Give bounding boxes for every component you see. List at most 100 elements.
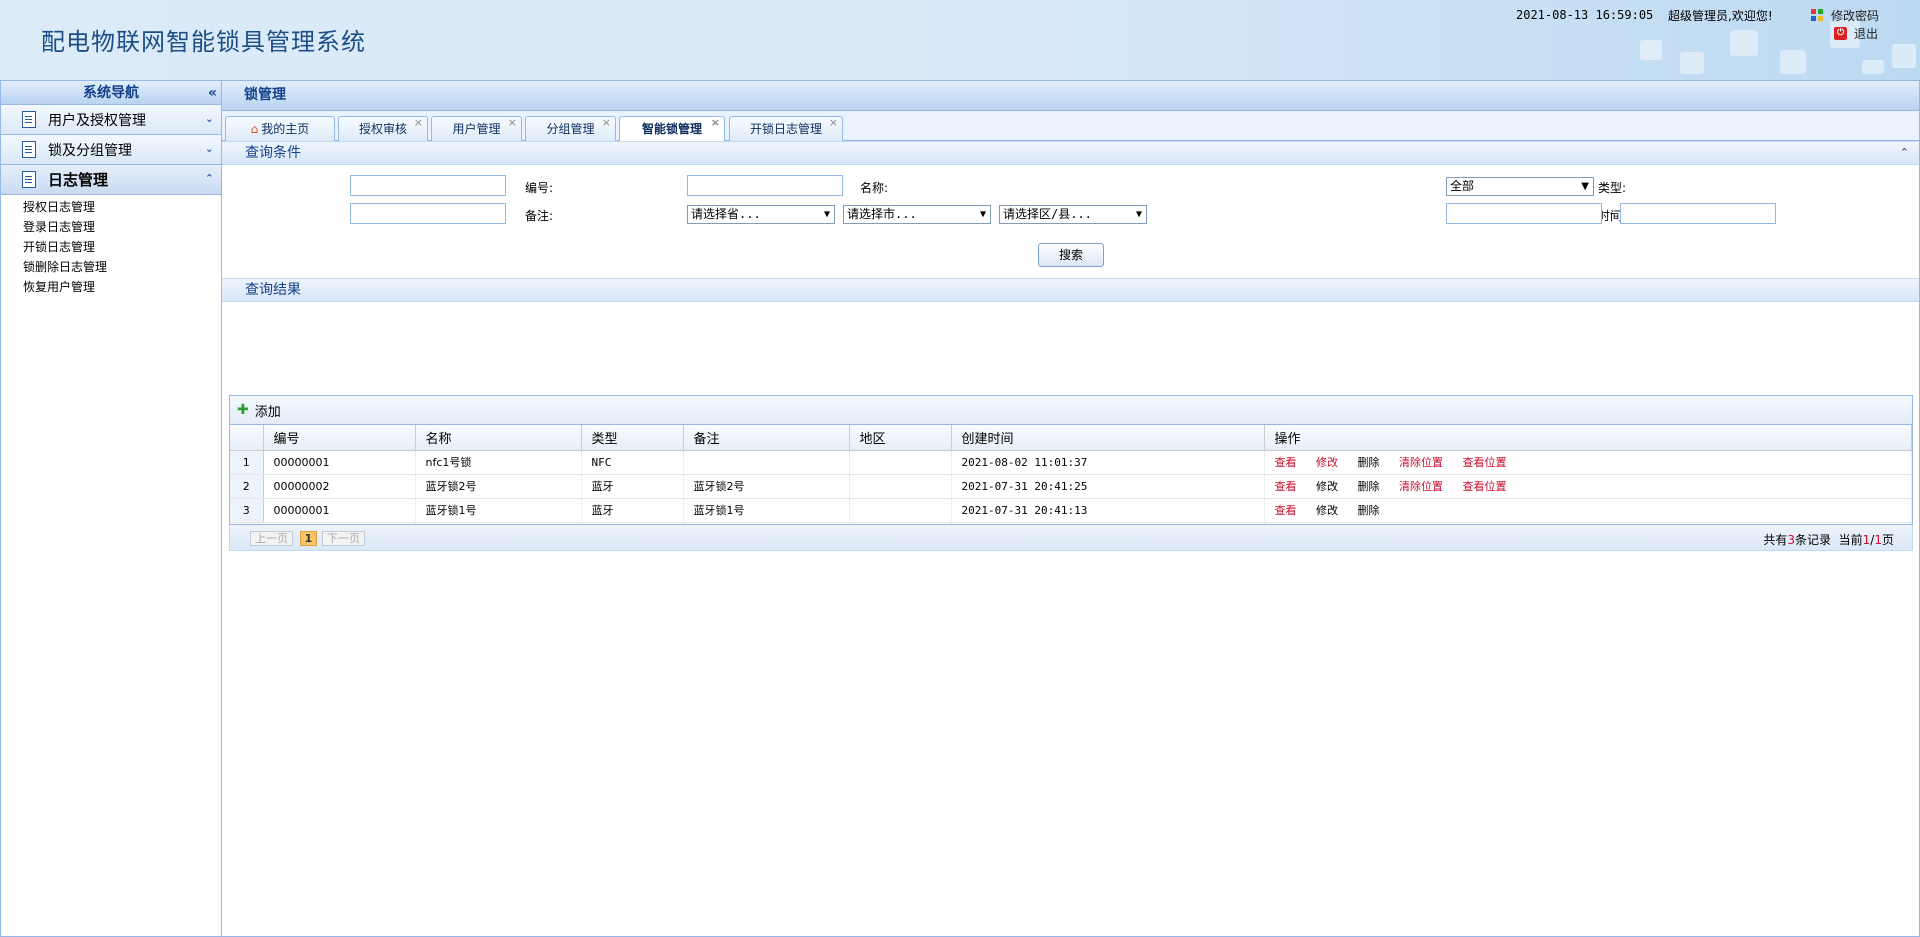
delete-link[interactable]: 删除 xyxy=(1358,504,1380,517)
cell-region xyxy=(849,498,952,523)
close-icon[interactable]: × xyxy=(829,111,838,135)
sidebar-section-label: 锁及分组管理 xyxy=(48,142,132,159)
tab-label: 我的主页 xyxy=(261,122,310,136)
column-header-actions: 操作 xyxy=(1264,425,1912,451)
close-icon[interactable]: × xyxy=(508,111,517,135)
district-select[interactable]: 请选择区/县... ▼ xyxy=(999,205,1147,224)
next-page-button[interactable]: 下一页 xyxy=(322,531,365,546)
total-suffix: 条记录 xyxy=(1794,533,1831,547)
name-input[interactable] xyxy=(687,175,843,196)
row-number: 1 xyxy=(230,450,264,475)
logout-link[interactable]: ⏻ 退出 xyxy=(1834,25,1878,42)
document-icon xyxy=(22,171,36,188)
view-location-link[interactable]: 查看位置 xyxy=(1463,456,1507,469)
cell-remark xyxy=(683,450,850,475)
close-icon[interactable]: × xyxy=(711,111,720,135)
column-header-name[interactable]: 名称 xyxy=(415,425,582,451)
tab-smart-lock[interactable]: 智能锁管理 × xyxy=(619,116,725,142)
header-decoration xyxy=(1862,60,1884,74)
collapse-sidebar-icon[interactable]: « xyxy=(208,81,217,105)
results-toolbar: ✚ 添加 xyxy=(230,396,1912,425)
table-row[interactable]: 3 00000001 蓝牙锁1号 蓝牙 蓝牙锁1号 2021-07-31 20:… xyxy=(230,498,1912,523)
main-panel: 锁管理 ⌂ 我的主页 授权审核 × 用户管理 × 分组管理 × 智能锁管理 × 开锁日志管… xyxy=(222,80,1920,937)
sidebar-item-auth-log[interactable]: 授权日志管理 xyxy=(23,197,221,217)
chevron-down-icon: ⌄ xyxy=(204,142,214,155)
close-icon[interactable]: × xyxy=(414,111,423,135)
tab-auth-review[interactable]: 授权审核 × xyxy=(338,116,428,141)
change-password-link[interactable]: 修改密码 xyxy=(1811,7,1879,24)
view-link[interactable]: 查看 xyxy=(1275,480,1297,493)
prev-page-button[interactable]: 上一页 xyxy=(250,531,293,546)
province-select[interactable]: 请选择省... ▼ xyxy=(687,205,835,224)
results-table: 编号 名称 类型 备注 地区 创建时间 操作 1 00000001 nfc1号锁… xyxy=(230,425,1912,523)
chevron-down-icon: ▼ xyxy=(979,209,986,220)
cell-type: NFC xyxy=(581,450,684,475)
cell-type: 蓝牙 xyxy=(581,498,684,523)
logout-label: 退出 xyxy=(1854,27,1879,41)
tab-label: 用户管理 xyxy=(452,122,501,136)
document-icon xyxy=(22,111,36,128)
tab-bar: ⌂ 我的主页 授权审核 × 用户管理 × 分组管理 × 智能锁管理 × 开锁日志管理 × xyxy=(222,111,1919,142)
cell-created: 2021-08-02 11:01:37 xyxy=(951,450,1265,475)
results-heading: 查询结果 xyxy=(245,282,301,298)
total-count: 3 xyxy=(1787,533,1795,547)
page-title: 锁管理 xyxy=(222,81,1919,111)
tab-home[interactable]: ⌂ 我的主页 xyxy=(225,116,335,141)
view-link[interactable]: 查看 xyxy=(1275,504,1297,517)
sidebar-item-login-log[interactable]: 登录日志管理 xyxy=(23,217,221,237)
city-select[interactable]: 请选择市... ▼ xyxy=(843,205,991,224)
query-panel-header: 查询条件 ⌃ xyxy=(222,141,1919,165)
pagination-info: 共有3条记录 当前1/1页 xyxy=(1763,531,1894,548)
cell-code: 00000001 xyxy=(263,498,416,523)
sidebar-section-lock-group[interactable]: 锁及分组管理 ⌄ xyxy=(1,135,221,165)
code-input[interactable] xyxy=(350,175,506,196)
header-decoration xyxy=(1640,40,1662,60)
cell-name: 蓝牙锁1号 xyxy=(415,498,582,523)
clear-location-link[interactable]: 清除位置 xyxy=(1399,480,1443,493)
sidebar-item-unlock-log[interactable]: 开锁日志管理 xyxy=(23,237,221,257)
tab-label: 授权审核 xyxy=(358,122,407,136)
edit-link[interactable]: 修改 xyxy=(1316,504,1338,517)
table-row[interactable]: 1 00000001 nfc1号锁 NFC 2021-08-02 11:01:3… xyxy=(230,450,1912,475)
page-prefix: 当前 xyxy=(1838,533,1863,547)
column-header-region[interactable]: 地区 xyxy=(849,425,952,451)
remark-input[interactable] xyxy=(350,203,506,224)
tab-unlock-log[interactable]: 开锁日志管理 × xyxy=(729,116,843,141)
tab-user-management[interactable]: 用户管理 × xyxy=(431,116,522,141)
header-decoration xyxy=(1892,44,1916,68)
delete-link[interactable]: 删除 xyxy=(1358,480,1380,493)
view-location-link[interactable]: 查看位置 xyxy=(1463,480,1507,493)
sidebar-title: 系统导航 « xyxy=(1,81,221,105)
edit-link[interactable]: 修改 xyxy=(1316,480,1338,493)
clear-location-link[interactable]: 清除位置 xyxy=(1399,456,1443,469)
created-from-input[interactable] xyxy=(1446,203,1602,224)
collapse-up-icon[interactable]: ⌃ xyxy=(1900,142,1909,164)
close-icon[interactable]: × xyxy=(602,111,611,135)
sidebar-section-label: 用户及授权管理 xyxy=(48,112,146,129)
edit-link[interactable]: 修改 xyxy=(1316,456,1338,469)
cell-created: 2021-07-31 20:41:25 xyxy=(951,474,1265,499)
sidebar-section-logs[interactable]: 日志管理 ⌃ xyxy=(1,165,221,195)
add-button[interactable]: ✚ 添加 xyxy=(237,401,281,420)
search-button[interactable]: 搜索 xyxy=(1038,243,1104,267)
type-select[interactable]: 全部 ▼ xyxy=(1446,177,1594,196)
plus-icon: ✚ xyxy=(237,402,249,418)
view-link[interactable]: 查看 xyxy=(1275,456,1297,469)
table-row[interactable]: 2 00000002 蓝牙锁2号 蓝牙 蓝牙锁2号 2021-07-31 20:… xyxy=(230,474,1912,499)
sidebar-section-user-auth[interactable]: 用户及授权管理 ⌄ xyxy=(1,105,221,135)
app-title: 配电物联网智能锁具管理系统 xyxy=(41,28,366,56)
tab-group-management[interactable]: 分组管理 × xyxy=(525,116,616,141)
cell-remark: 蓝牙锁2号 xyxy=(683,474,850,499)
column-header-code[interactable]: 编号 xyxy=(263,425,416,451)
type-select-value: 全部 xyxy=(1450,179,1475,193)
column-header-created[interactable]: 创建时间 xyxy=(951,425,1265,451)
column-header-remark[interactable]: 备注 xyxy=(683,425,850,451)
column-header-type[interactable]: 类型 xyxy=(581,425,684,451)
district-select-value: 请选择区/县... xyxy=(1003,207,1092,221)
sidebar-item-restore-user[interactable]: 恢复用户管理 xyxy=(23,277,221,297)
sidebar-item-lock-delete-log[interactable]: 锁删除日志管理 xyxy=(23,257,221,277)
current-page-button[interactable]: 1 xyxy=(300,531,317,546)
delete-link[interactable]: 删除 xyxy=(1358,456,1380,469)
app-header: 配电物联网智能锁具管理系统 2021-08-13 16:59:05 超级管理员,… xyxy=(0,0,1920,80)
created-to-input[interactable] xyxy=(1620,203,1776,224)
